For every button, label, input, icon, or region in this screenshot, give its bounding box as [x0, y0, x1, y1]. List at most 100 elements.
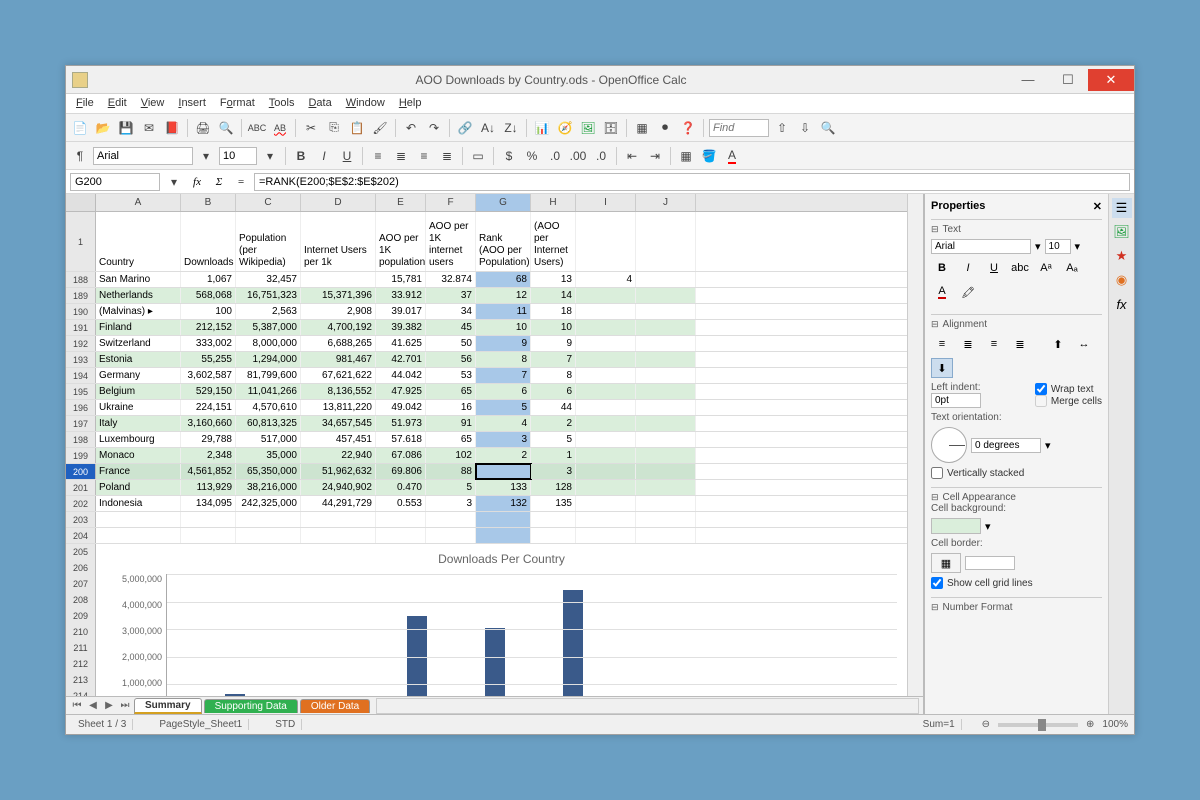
- cell[interactable]: 529,150: [181, 384, 236, 399]
- cell[interactable]: 224,151: [181, 400, 236, 415]
- cell[interactable]: [181, 528, 236, 543]
- sheet-tab-summary[interactable]: Summary: [134, 698, 202, 714]
- bold-icon[interactable]: B: [291, 146, 311, 166]
- row-header-212[interactable]: 212: [66, 656, 96, 672]
- zoom-value[interactable]: 100%: [1102, 719, 1128, 730]
- cell[interactable]: 41.625: [376, 336, 426, 351]
- name-dropdown-icon[interactable]: ▾: [164, 172, 184, 192]
- fontcolor-icon[interactable]: A: [722, 146, 742, 166]
- cell[interactable]: [531, 512, 576, 527]
- cell[interactable]: [636, 384, 696, 399]
- cell[interactable]: 51,962,632: [301, 464, 376, 479]
- prop-underline-icon[interactable]: U: [983, 258, 1005, 278]
- cell[interactable]: 4,700,192: [301, 320, 376, 335]
- cell[interactable]: 5: [531, 432, 576, 447]
- datasource-icon[interactable]: 🗄: [601, 118, 621, 138]
- sidebar-tab-navigator-icon[interactable]: ★: [1112, 246, 1132, 266]
- row-header-214[interactable]: 214: [66, 688, 96, 696]
- cell[interactable]: 60,813,325: [236, 416, 301, 431]
- cell[interactable]: 333,002: [181, 336, 236, 351]
- menu-insert[interactable]: Insert: [172, 96, 212, 111]
- cell[interactable]: 65: [426, 432, 476, 447]
- cell[interactable]: 212,152: [181, 320, 236, 335]
- cell[interactable]: 0.553: [376, 496, 426, 511]
- currency-icon[interactable]: $: [499, 146, 519, 166]
- prop-super-icon[interactable]: Aᵃ: [1035, 258, 1057, 278]
- prop-valign-mid-icon[interactable]: ↔: [1073, 334, 1095, 354]
- cell[interactable]: 2: [476, 448, 531, 463]
- cell[interactable]: 3,160,660: [181, 416, 236, 431]
- cell[interactable]: 15,371,396: [301, 288, 376, 303]
- sort-desc-icon[interactable]: Z↓: [501, 118, 521, 138]
- cell[interactable]: [636, 528, 696, 543]
- prop-bgcolor-picker[interactable]: [931, 518, 981, 534]
- cell[interactable]: 37: [426, 288, 476, 303]
- horizontal-scrollbar[interactable]: [376, 698, 919, 714]
- cell[interactable]: 32,457: [236, 272, 301, 287]
- indent-dec-icon[interactable]: ⇤: [622, 146, 642, 166]
- row-header-205[interactable]: 205: [66, 544, 96, 560]
- cell[interactable]: 6: [531, 384, 576, 399]
- sidebar-tab-properties-icon[interactable]: ☰: [1112, 198, 1132, 218]
- cell[interactable]: 0.470: [376, 480, 426, 495]
- col-header-E[interactable]: E: [376, 194, 426, 211]
- prop-border-style[interactable]: [965, 556, 1015, 570]
- cell[interactable]: 91: [426, 416, 476, 431]
- align-center-icon[interactable]: ≣: [391, 146, 411, 166]
- italic-icon[interactable]: I: [314, 146, 334, 166]
- cell[interactable]: 44: [531, 400, 576, 415]
- pdf-icon[interactable]: 📕: [162, 118, 182, 138]
- menu-edit[interactable]: Edit: [102, 96, 133, 111]
- cell[interactable]: 5,387,000: [236, 320, 301, 335]
- font-dropdown-icon[interactable]: ▾: [196, 146, 216, 166]
- cell[interactable]: [236, 512, 301, 527]
- save-icon[interactable]: 💾: [116, 118, 136, 138]
- minimize-button[interactable]: —: [1008, 69, 1048, 91]
- tab-next-icon[interactable]: ▶: [102, 700, 116, 711]
- merge-icon[interactable]: ▭: [468, 146, 488, 166]
- cell[interactable]: [531, 528, 576, 543]
- prop-indent-input[interactable]: [931, 393, 981, 408]
- row-header-197[interactable]: 197: [66, 416, 96, 431]
- prop-valign-bottom-icon[interactable]: ⬇: [931, 358, 953, 378]
- cell[interactable]: 2: [531, 416, 576, 431]
- undo-icon[interactable]: ↶: [401, 118, 421, 138]
- sidebar-tab-functions-icon[interactable]: fx: [1112, 294, 1132, 314]
- cell[interactable]: 32.874: [426, 272, 476, 287]
- cell[interactable]: 134,095: [181, 496, 236, 511]
- cell[interactable]: Switzerland: [96, 336, 181, 351]
- paintbrush-icon[interactable]: 🖌: [370, 118, 390, 138]
- find-all-icon[interactable]: 🔍: [818, 118, 838, 138]
- col-header-D[interactable]: D: [301, 194, 376, 211]
- tab-first-icon[interactable]: ⏮: [70, 700, 84, 711]
- cell[interactable]: 3: [476, 432, 531, 447]
- prop-sub-icon[interactable]: Aₐ: [1061, 258, 1083, 278]
- cell[interactable]: 16,751,323: [236, 288, 301, 303]
- cell[interactable]: Estonia: [96, 352, 181, 367]
- sheet-tab-supporting[interactable]: Supporting Data: [204, 699, 298, 713]
- col-header-F[interactable]: F: [426, 194, 476, 211]
- cell[interactable]: 3: [426, 496, 476, 511]
- cell[interactable]: 10: [531, 320, 576, 335]
- borders-icon[interactable]: ▦: [676, 146, 696, 166]
- cell[interactable]: 67.086: [376, 448, 426, 463]
- prop-merge-checkbox[interactable]: [1035, 395, 1047, 407]
- cell[interactable]: 132: [476, 496, 531, 511]
- cell[interactable]: 113,929: [181, 480, 236, 495]
- cell[interactable]: 2,563: [236, 304, 301, 319]
- cell[interactable]: 39.382: [376, 320, 426, 335]
- menu-tools[interactable]: Tools: [263, 96, 301, 111]
- cell[interactable]: 242,325,000: [236, 496, 301, 511]
- underline-icon[interactable]: U: [337, 146, 357, 166]
- bgcolor-icon[interactable]: 🪣: [699, 146, 719, 166]
- cell[interactable]: 9: [531, 336, 576, 351]
- col-header-H[interactable]: H: [531, 194, 576, 211]
- col-header-A[interactable]: A: [96, 194, 181, 211]
- row-header-190[interactable]: 190: [66, 304, 96, 319]
- percent-icon[interactable]: %: [522, 146, 542, 166]
- prop-italic-icon[interactable]: I: [957, 258, 979, 278]
- cell[interactable]: [576, 368, 636, 383]
- cell[interactable]: [426, 528, 476, 543]
- size-dropdown-icon[interactable]: ▾: [260, 146, 280, 166]
- menu-view[interactable]: View: [135, 96, 171, 111]
